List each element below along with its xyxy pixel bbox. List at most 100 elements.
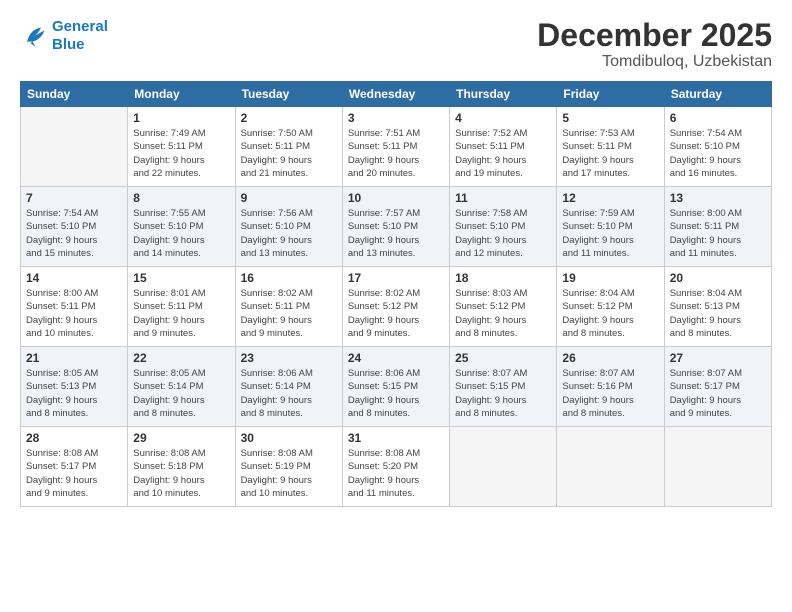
calendar-cell: 22 Sunrise: 8:05 AMSunset: 5:14 PMDayligh… bbox=[128, 347, 235, 427]
logo-bird-icon bbox=[20, 22, 48, 50]
calendar-cell: 30 Sunrise: 8:08 AMSunset: 5:19 PMDayligh… bbox=[235, 427, 342, 507]
logo-general: General bbox=[52, 18, 108, 35]
calendar-cell: 20 Sunrise: 8:04 AMSunset: 5:13 PMDayligh… bbox=[664, 267, 771, 347]
day-number: 27 bbox=[670, 351, 766, 365]
day-info: Sunrise: 8:07 AMSunset: 5:15 PMDaylight:… bbox=[455, 367, 551, 420]
day-number: 19 bbox=[562, 271, 658, 285]
calendar-cell: 12 Sunrise: 7:59 AMSunset: 5:10 PMDayligh… bbox=[557, 187, 664, 267]
weekday-header-sunday: Sunday bbox=[21, 82, 128, 107]
day-number: 11 bbox=[455, 191, 551, 205]
day-number: 3 bbox=[348, 111, 444, 125]
location-title: Tomdibuloq, Uzbekistan bbox=[537, 53, 772, 71]
day-info: Sunrise: 7:49 AMSunset: 5:11 PMDaylight:… bbox=[133, 127, 229, 180]
calendar-cell: 18 Sunrise: 8:03 AMSunset: 5:12 PMDayligh… bbox=[450, 267, 557, 347]
calendar-week-row: 7 Sunrise: 7:54 AMSunset: 5:10 PMDaylight… bbox=[21, 187, 772, 267]
month-title: December 2025 bbox=[537, 18, 772, 53]
day-number: 31 bbox=[348, 431, 444, 445]
calendar-table: SundayMondayTuesdayWednesdayThursdayFrid… bbox=[20, 81, 772, 507]
day-info: Sunrise: 8:00 AMSunset: 5:11 PMDaylight:… bbox=[26, 287, 122, 340]
day-number: 10 bbox=[348, 191, 444, 205]
day-number: 18 bbox=[455, 271, 551, 285]
day-info: Sunrise: 8:01 AMSunset: 5:11 PMDaylight:… bbox=[133, 287, 229, 340]
day-info: Sunrise: 8:04 AMSunset: 5:13 PMDaylight:… bbox=[670, 287, 766, 340]
day-info: Sunrise: 8:06 AMSunset: 5:14 PMDaylight:… bbox=[241, 367, 337, 420]
calendar-cell bbox=[664, 427, 771, 507]
calendar-cell bbox=[21, 107, 128, 187]
page: General Blue December 2025 Tomdibuloq, U… bbox=[0, 0, 792, 517]
day-info: Sunrise: 7:58 AMSunset: 5:10 PMDaylight:… bbox=[455, 207, 551, 260]
day-info: Sunrise: 8:08 AMSunset: 5:20 PMDaylight:… bbox=[348, 447, 444, 500]
day-number: 20 bbox=[670, 271, 766, 285]
day-info: Sunrise: 8:07 AMSunset: 5:16 PMDaylight:… bbox=[562, 367, 658, 420]
calendar-cell: 19Sunrise: 8:04 AMSunset: 5:12 PMDayligh… bbox=[557, 267, 664, 347]
day-info: Sunrise: 8:07 AMSunset: 5:17 PMDaylight:… bbox=[670, 367, 766, 420]
day-info: Sunrise: 8:06 AMSunset: 5:15 PMDaylight:… bbox=[348, 367, 444, 420]
calendar-cell: 21 Sunrise: 8:05 AMSunset: 5:13 PMDayligh… bbox=[21, 347, 128, 427]
day-info: Sunrise: 7:56 AMSunset: 5:10 PMDaylight:… bbox=[241, 207, 337, 260]
weekday-header-saturday: Saturday bbox=[664, 82, 771, 107]
weekday-header-wednesday: Wednesday bbox=[342, 82, 449, 107]
day-info: Sunrise: 7:57 AMSunset: 5:10 PMDaylight:… bbox=[348, 207, 444, 260]
day-number: 7 bbox=[26, 191, 122, 205]
weekday-header-row: SundayMondayTuesdayWednesdayThursdayFrid… bbox=[21, 82, 772, 107]
day-info: Sunrise: 7:53 AMSunset: 5:11 PMDaylight:… bbox=[562, 127, 658, 180]
day-info: Sunrise: 7:55 AMSunset: 5:10 PMDaylight:… bbox=[133, 207, 229, 260]
calendar-cell: 5 Sunrise: 7:53 AMSunset: 5:11 PMDaylight… bbox=[557, 107, 664, 187]
day-number: 15 bbox=[133, 271, 229, 285]
day-info: Sunrise: 7:51 AMSunset: 5:11 PMDaylight:… bbox=[348, 127, 444, 180]
calendar-cell: 13Sunrise: 8:00 AMSunset: 5:11 PMDayligh… bbox=[664, 187, 771, 267]
calendar-cell: 23 Sunrise: 8:06 AMSunset: 5:14 PMDayligh… bbox=[235, 347, 342, 427]
weekday-header-friday: Friday bbox=[557, 82, 664, 107]
day-number: 30 bbox=[241, 431, 337, 445]
calendar-cell: 26 Sunrise: 8:07 AMSunset: 5:16 PMDayligh… bbox=[557, 347, 664, 427]
weekday-header-thursday: Thursday bbox=[450, 82, 557, 107]
day-info: Sunrise: 8:03 AMSunset: 5:12 PMDaylight:… bbox=[455, 287, 551, 340]
calendar-cell: 29Sunrise: 8:08 AMSunset: 5:18 PMDayligh… bbox=[128, 427, 235, 507]
title-block: December 2025 Tomdibuloq, Uzbekistan bbox=[537, 18, 772, 71]
day-number: 9 bbox=[241, 191, 337, 205]
calendar-cell: 11 Sunrise: 7:58 AMSunset: 5:10 PMDayligh… bbox=[450, 187, 557, 267]
day-info: Sunrise: 8:08 AMSunset: 5:18 PMDaylight:… bbox=[133, 447, 229, 500]
day-number: 6 bbox=[670, 111, 766, 125]
day-info: Sunrise: 8:05 AMSunset: 5:14 PMDaylight:… bbox=[133, 367, 229, 420]
weekday-header-monday: Monday bbox=[128, 82, 235, 107]
calendar-cell: 14 Sunrise: 8:00 AMSunset: 5:11 PMDayligh… bbox=[21, 267, 128, 347]
day-number: 26 bbox=[562, 351, 658, 365]
day-info: Sunrise: 8:05 AMSunset: 5:13 PMDaylight:… bbox=[26, 367, 122, 420]
day-info: Sunrise: 8:02 AMSunset: 5:12 PMDaylight:… bbox=[348, 287, 444, 340]
calendar-cell bbox=[450, 427, 557, 507]
calendar-cell: 15 Sunrise: 8:01 AMSunset: 5:11 PMDayligh… bbox=[128, 267, 235, 347]
day-number: 12 bbox=[562, 191, 658, 205]
day-number: 28 bbox=[26, 431, 122, 445]
day-info: Sunrise: 8:08 AMSunset: 5:19 PMDaylight:… bbox=[241, 447, 337, 500]
day-number: 21 bbox=[26, 351, 122, 365]
calendar-cell: 3 Sunrise: 7:51 AMSunset: 5:11 PMDaylight… bbox=[342, 107, 449, 187]
header: General Blue December 2025 Tomdibuloq, U… bbox=[20, 18, 772, 71]
day-number: 25 bbox=[455, 351, 551, 365]
day-number: 22 bbox=[133, 351, 229, 365]
calendar-cell: 25 Sunrise: 8:07 AMSunset: 5:15 PMDayligh… bbox=[450, 347, 557, 427]
day-number: 14 bbox=[26, 271, 122, 285]
day-number: 8 bbox=[133, 191, 229, 205]
calendar-week-row: 28Sunrise: 8:08 AMSunset: 5:17 PMDayligh… bbox=[21, 427, 772, 507]
calendar-cell: 24 Sunrise: 8:06 AMSunset: 5:15 PMDayligh… bbox=[342, 347, 449, 427]
day-number: 16 bbox=[241, 271, 337, 285]
day-info: Sunrise: 7:50 AMSunset: 5:11 PMDaylight:… bbox=[241, 127, 337, 180]
day-number: 5 bbox=[562, 111, 658, 125]
calendar-week-row: 21 Sunrise: 8:05 AMSunset: 5:13 PMDayligh… bbox=[21, 347, 772, 427]
logo-text: General Blue bbox=[52, 18, 108, 54]
day-info: Sunrise: 7:52 AMSunset: 5:11 PMDaylight:… bbox=[455, 127, 551, 180]
day-info: Sunrise: 7:54 AMSunset: 5:10 PMDaylight:… bbox=[26, 207, 122, 260]
calendar-cell: 1Sunrise: 7:49 AMSunset: 5:11 PMDaylight… bbox=[128, 107, 235, 187]
calendar-cell: 27 Sunrise: 8:07 AMSunset: 5:17 PMDayligh… bbox=[664, 347, 771, 427]
day-info: Sunrise: 7:59 AMSunset: 5:10 PMDaylight:… bbox=[562, 207, 658, 260]
calendar-cell: 16Sunrise: 8:02 AMSunset: 5:11 PMDayligh… bbox=[235, 267, 342, 347]
calendar-week-row: 14 Sunrise: 8:00 AMSunset: 5:11 PMDayligh… bbox=[21, 267, 772, 347]
calendar-cell: 9 Sunrise: 7:56 AMSunset: 5:10 PMDaylight… bbox=[235, 187, 342, 267]
day-info: Sunrise: 8:00 AMSunset: 5:11 PMDaylight:… bbox=[670, 207, 766, 260]
day-number: 23 bbox=[241, 351, 337, 365]
weekday-header-tuesday: Tuesday bbox=[235, 82, 342, 107]
day-info: Sunrise: 7:54 AMSunset: 5:10 PMDaylight:… bbox=[670, 127, 766, 180]
calendar-cell: 6 Sunrise: 7:54 AMSunset: 5:10 PMDaylight… bbox=[664, 107, 771, 187]
day-number: 24 bbox=[348, 351, 444, 365]
